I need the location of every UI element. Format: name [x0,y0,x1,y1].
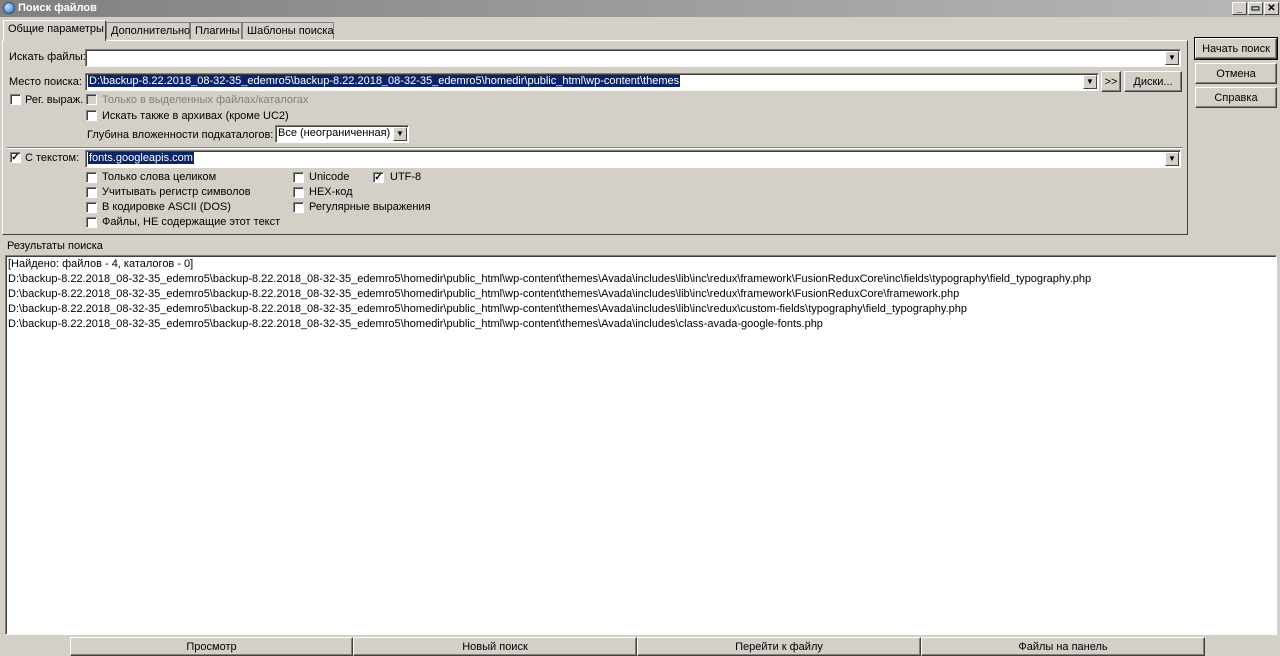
results-summary: [Найдено: файлов - 4, каталогов - 0] [8,258,194,270]
depth-select[interactable]: Все (неограниченная) ▼ [275,125,409,143]
regex-text-checkbox[interactable] [293,202,304,213]
chevron-down-icon[interactable]: ▼ [1165,152,1179,166]
case-sensitive-checkbox[interactable] [86,187,97,198]
chevron-down-icon[interactable]: ▼ [1165,51,1179,65]
restore-button[interactable]: ▭ [1248,2,1263,15]
utf8-label: UTF-8 [390,171,422,183]
location-label: Место поиска: [9,76,82,88]
tab-advanced[interactable]: Дополнительно [106,22,190,39]
results-list[interactable]: [Найдено: файлов - 4, каталогов - 0] D:\… [5,255,1277,635]
ascii-dos-checkbox[interactable] [86,202,97,213]
list-item[interactable]: D:\backup-8.22.2018_08-32-35_edemro5\bac… [8,318,823,330]
general-params-panel: Искать файлы: ▼ Место поиска: D:\backup-… [2,40,1188,235]
chevron-down-icon[interactable]: ▼ [1083,75,1097,89]
not-containing-checkbox[interactable] [86,217,97,228]
hex-label: HEX-код [309,186,353,198]
whole-words-checkbox[interactable] [86,172,97,183]
only-selected-label: Только в выделенных файлах/каталогах [102,94,309,106]
browse-button[interactable]: >> [1101,71,1121,92]
go-to-file-button[interactable]: Перейти к файлу [637,637,921,656]
search-files-label: Искать файлы: [9,51,86,63]
whole-words-label: Только слова целиком [102,171,217,183]
depth-value: Все (неограниченная) [278,127,391,139]
close-button[interactable]: ✕ [1264,2,1279,15]
ascii-dos-label: В кодировке ASCII (DOS) [102,201,231,213]
location-combo[interactable]: D:\backup-8.22.2018_08-32-35_edemro5\bac… [85,73,1099,91]
list-item[interactable]: D:\backup-8.22.2018_08-32-35_edemro5\bac… [8,303,967,315]
results-label: Результаты поиска [7,240,103,252]
divider [7,147,1183,149]
depth-label: Глубина вложенности подкаталогов: [87,129,274,141]
drives-button[interactable]: Диски... [1124,71,1182,92]
start-search-button[interactable]: Начать поиск [1194,37,1278,60]
minimize-button[interactable]: _ [1232,2,1247,15]
title-bar: Поиск файлов _ ▭ ✕ [0,0,1280,17]
with-text-label: С текстом: [25,152,80,164]
cancel-button[interactable]: Отмена [1195,63,1277,84]
list-item[interactable]: D:\backup-8.22.2018_08-32-35_edemro5\bac… [8,288,959,300]
help-button[interactable]: Справка [1195,87,1277,108]
tab-search-templates[interactable]: Шаблоны поиска [242,22,334,39]
tab-plugins[interactable]: Плагины [190,22,242,39]
regex-text-label: Регулярные выражения [309,201,431,213]
case-sensitive-label: Учитывать регистр символов [102,186,251,198]
unicode-label: Unicode [309,171,350,183]
only-selected-checkbox[interactable] [86,94,97,105]
window-title: Поиск файлов [18,2,97,14]
view-button[interactable]: Просмотр [70,637,353,656]
location-value: D:\backup-8.22.2018_08-32-35_edemro5\bac… [88,75,681,87]
app-globe-icon [3,2,15,14]
search-files-combo[interactable]: ▼ [85,49,1181,67]
new-search-button[interactable]: Новый поиск [353,637,637,656]
files-to-panel-button[interactable]: Файлы на панель [921,637,1205,656]
search-archives-checkbox[interactable] [86,110,97,121]
unicode-checkbox[interactable] [293,172,304,183]
utf8-checkbox[interactable]: ✓ [373,172,384,183]
tab-general[interactable]: Общие параметры [3,20,106,41]
with-text-value: fonts.googleapis.com [88,152,194,164]
regex-label: Рег. выраж. [25,94,84,106]
hex-checkbox[interactable] [293,187,304,198]
list-item[interactable]: D:\backup-8.22.2018_08-32-35_edemro5\bac… [8,273,1091,285]
with-text-checkbox[interactable]: ✓ [10,152,21,163]
search-archives-label: Искать также в архивах (кроме UC2) [102,110,289,122]
not-containing-label: Файлы, НЕ содержащие этот текст [102,216,281,228]
regex-checkbox[interactable] [10,94,21,105]
chevron-down-icon[interactable]: ▼ [393,127,407,141]
with-text-combo[interactable]: fonts.googleapis.com ▼ [85,150,1181,168]
